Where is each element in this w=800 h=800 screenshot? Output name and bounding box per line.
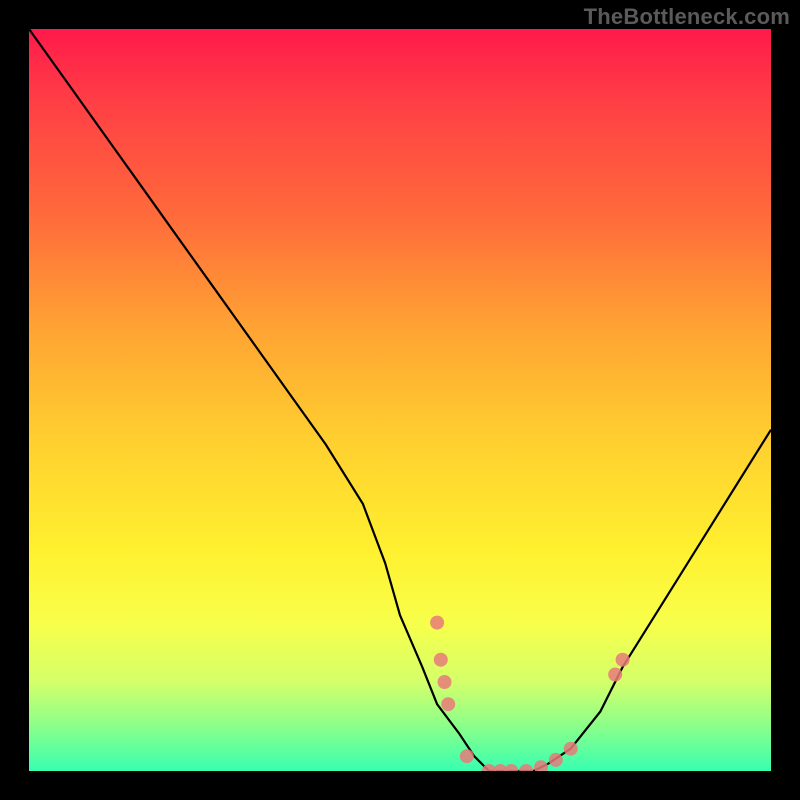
marker-point	[430, 616, 444, 630]
marker-point	[608, 668, 622, 682]
marker-point	[434, 653, 448, 667]
marker-point	[441, 697, 455, 711]
marker-point	[534, 760, 548, 771]
marker-group	[430, 616, 629, 771]
bottleneck-curve-svg	[29, 29, 771, 771]
marker-point	[504, 764, 518, 771]
marker-point	[549, 753, 563, 767]
marker-point	[564, 742, 578, 756]
marker-point	[460, 749, 474, 763]
marker-point	[519, 764, 533, 771]
plot-area	[29, 29, 771, 771]
marker-point	[438, 675, 452, 689]
watermark-label: TheBottleneck.com	[584, 4, 790, 30]
chart-frame: TheBottleneck.com	[0, 0, 800, 800]
bottleneck-curve-path	[29, 29, 771, 771]
marker-point	[616, 653, 630, 667]
